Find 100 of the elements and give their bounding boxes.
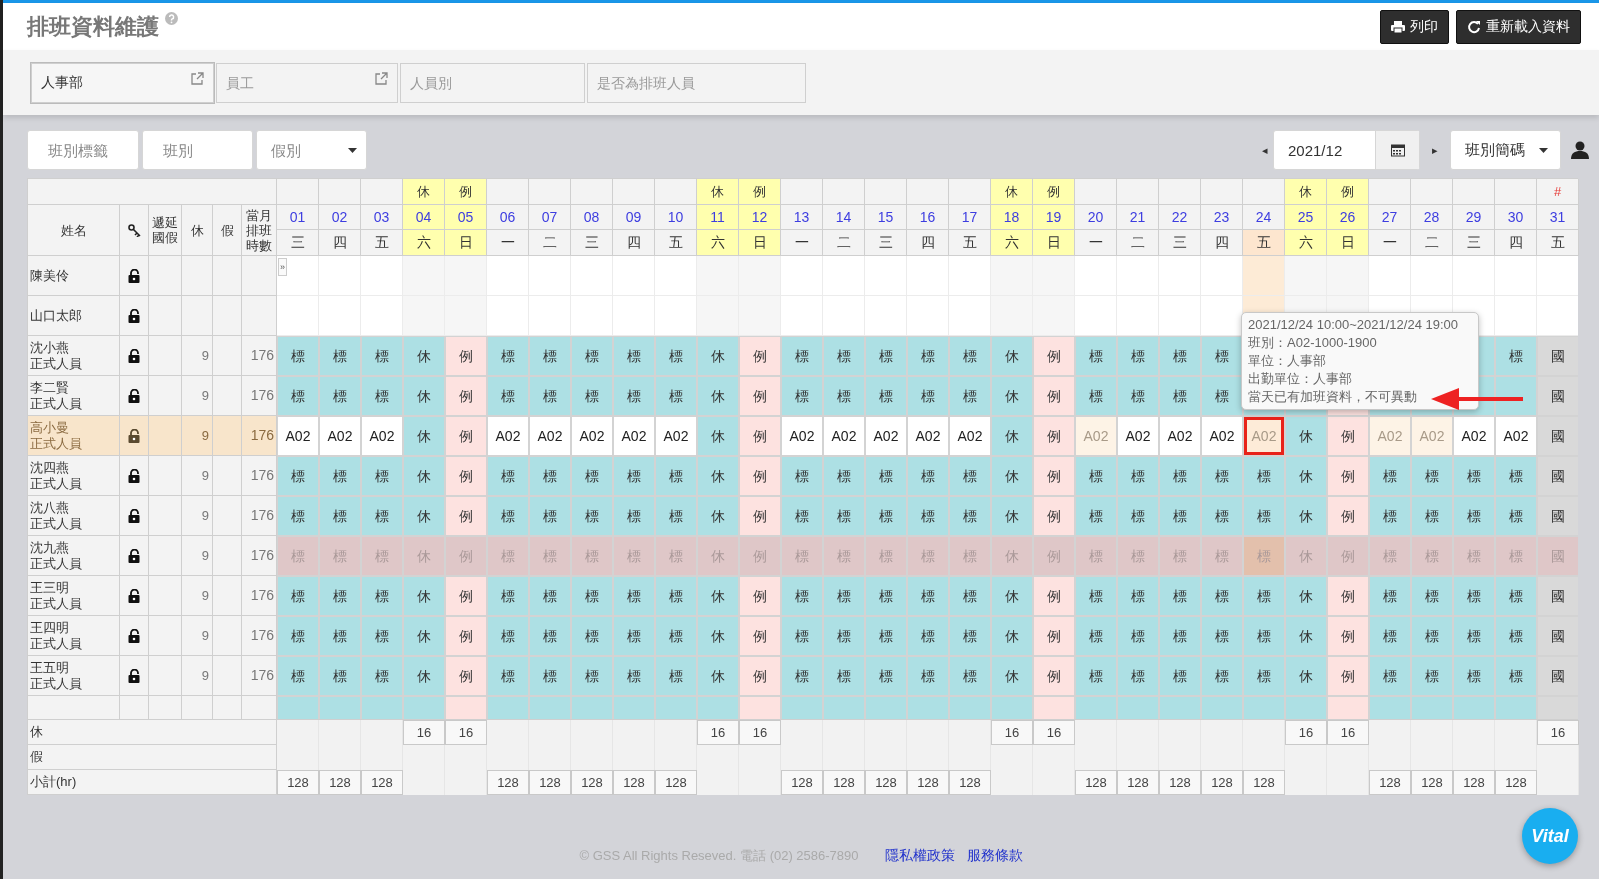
weekday-label: 五 [1256,233,1271,252]
date-label: 30 [1507,207,1524,227]
weekday-label: 一 [794,233,809,252]
date-label: 06 [499,207,516,227]
number-cell-text: 9 [201,586,209,605]
header-cell: 休 [991,179,1033,205]
summary-value: 128 [529,770,571,795]
weekday-label: 六 [710,233,725,252]
weekday-label: 日 [1046,233,1061,252]
employee-type: 正式人員 [30,595,83,612]
summary-value: 128 [655,770,697,795]
weekday-label: 五 [1550,233,1565,252]
summary-value: 128 [613,770,655,795]
column-header: 姓名 [59,222,88,238]
number-cell-text: 176 [250,546,274,565]
header-cell: 例 [739,179,781,205]
employee-type: 正式人員 [30,475,83,492]
employee-type: 正式人員 [30,355,83,372]
summary-value: 16 [403,720,445,745]
date-label: 21 [1129,207,1146,227]
summary-value: 128 [823,770,865,795]
header-cell: 休 [403,179,445,205]
employee-type: 正式人員 [30,435,83,452]
date-label: 28 [1423,207,1440,227]
date-label: 16 [919,207,936,227]
number-cell-text: 176 [250,426,274,445]
date-label: 26 [1339,207,1356,227]
date-label: 03 [373,207,390,227]
number-cell-text: 9 [201,466,209,485]
number-cell-text: 176 [250,346,274,365]
summary-value: 128 [277,770,319,795]
header-cell: 休 [1285,179,1327,205]
summary-value: 128 [1075,770,1117,795]
summary-value: 128 [571,770,613,795]
summary-value: 128 [1453,770,1495,795]
date-label: 29 [1465,207,1482,227]
employee-name: 王五明 [30,659,70,676]
summary-value: 128 [319,770,361,795]
number-cell-text: 176 [250,466,274,485]
employee-type: 正式人員 [30,635,83,652]
date-label: 23 [1213,207,1230,227]
summary-value: 128 [907,770,949,795]
summary-value: 128 [949,770,991,795]
weekday-label: 三 [878,233,893,252]
number-cell-text: 9 [201,626,209,645]
header-cell: 休 [697,179,739,205]
header-cell: 例 [1327,179,1369,205]
weekday-label: 六 [1298,233,1313,252]
number-cell-text: 9 [201,346,209,365]
date-label: 20 [1087,207,1104,227]
page-title: 排班資料維護 [27,13,159,41]
tooltip-line: 2021/12/24 10:00~2021/12/24 19:00 [1248,316,1459,334]
weekday-label: 六 [1004,233,1019,252]
summary-value: 128 [1369,770,1411,795]
date-label: 04 [415,207,432,227]
number-cell-text: 176 [250,626,274,645]
tooltip-line: 單位：人事部 [1248,352,1327,370]
header-cell: 例 [1033,179,1075,205]
employee-name: 陳美伶 [30,267,70,284]
employee-name: 山口太郎 [30,307,83,324]
date-label: 11 [710,207,725,227]
summary-value: 16 [1537,720,1579,745]
summary-value: 128 [1201,770,1243,795]
weekday-label: 三 [290,233,305,252]
date-label: 15 [877,207,894,227]
number-cell-text: 9 [201,426,209,445]
date-label: 31 [1549,207,1566,227]
employee-name: 王三明 [30,579,70,596]
weekday-label: 四 [332,233,347,252]
number-cell-text: 9 [201,666,209,685]
summary-value: 16 [1327,720,1369,745]
weekday-label: 四 [1214,233,1229,252]
weekday-label: 四 [626,233,641,252]
summary-value: 16 [1033,720,1075,745]
number-cell-text: 9 [201,386,209,405]
date-label: 01 [289,207,306,227]
tooltip-line: 班別：A02-1000-1900 [1248,334,1378,352]
date-label: 24 [1255,207,1272,227]
summary-value: 128 [865,770,907,795]
summary-value: 128 [1243,770,1285,795]
date-label: 13 [793,207,810,227]
employee-type: 正式人員 [30,395,83,412]
weekday-label: 二 [1424,233,1439,252]
header-cell: 例 [445,179,487,205]
column-header: 遞延國假 [151,215,179,245]
weekday-label: 一 [1088,233,1103,252]
column-header: 假 [219,222,235,238]
summary-value: 128 [1411,770,1453,795]
summary-value: 16 [1285,720,1327,745]
summary-value: 128 [781,770,823,795]
summary-label: 休 [30,723,43,742]
weekday-label: 一 [1382,233,1397,252]
column-header: 休 [189,222,205,238]
number-cell-text: 176 [250,506,274,525]
date-label: 25 [1297,207,1314,227]
weekday-label: 六 [416,233,431,252]
summary-value: 128 [361,770,403,795]
employee-type: 正式人員 [30,675,83,692]
date-label: 14 [835,207,852,227]
date-label: 08 [583,207,600,227]
